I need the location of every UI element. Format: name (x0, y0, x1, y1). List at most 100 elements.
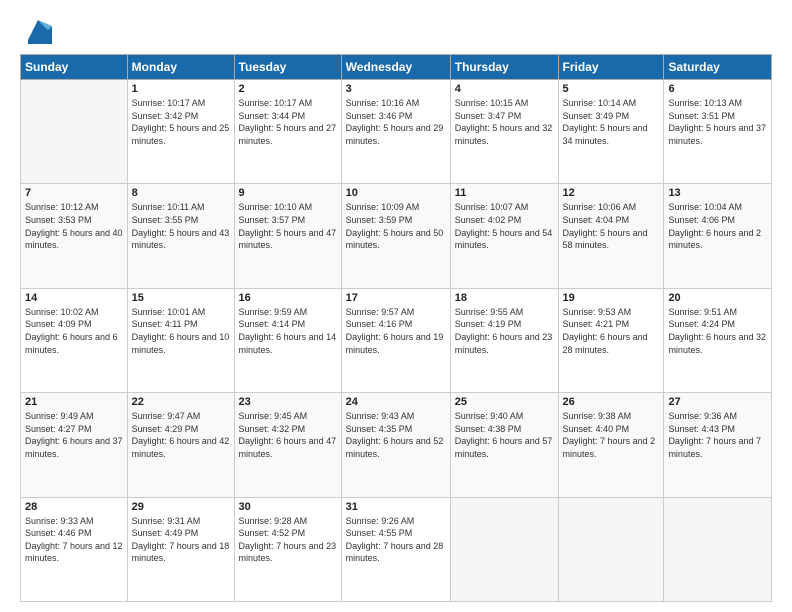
cell-info: Sunrise: 10:02 AMSunset: 4:09 PMDaylight… (25, 306, 123, 356)
cell-info: Sunrise: 9:31 AMSunset: 4:49 PMDaylight:… (132, 515, 230, 565)
day-number: 7 (25, 187, 123, 199)
cell-info: Sunrise: 10:17 AMSunset: 3:42 PMDaylight… (132, 97, 230, 147)
day-number: 6 (668, 83, 767, 95)
day-header-saturday: Saturday (664, 55, 772, 80)
day-header-sunday: Sunday (21, 55, 128, 80)
calendar-cell: 2 Sunrise: 10:17 AMSunset: 3:44 PMDayligh… (234, 80, 341, 184)
day-number: 25 (455, 396, 554, 408)
day-number: 31 (346, 501, 446, 513)
calendar-header-row: SundayMondayTuesdayWednesdayThursdayFrid… (21, 55, 772, 80)
day-number: 2 (239, 83, 337, 95)
cell-info: Sunrise: 9:55 AMSunset: 4:19 PMDaylight:… (455, 306, 554, 356)
calendar-cell: 11 Sunrise: 10:07 AMSunset: 4:02 PMDaylig… (450, 184, 558, 288)
day-number: 12 (563, 187, 660, 199)
calendar-cell: 4Sunrise: 10:15 AMSunset: 3:47 PMDayligh… (450, 80, 558, 184)
calendar-table: SundayMondayTuesdayWednesdayThursdayFrid… (20, 54, 772, 602)
calendar-cell (21, 80, 128, 184)
cell-info: Sunrise: 9:26 AMSunset: 4:55 PMDaylight:… (346, 515, 446, 565)
day-number: 21 (25, 396, 123, 408)
calendar-cell: 20 Sunrise: 9:51 AMSunset: 4:24 PMDayligh… (664, 288, 772, 392)
cell-info: Sunrise: 9:36 AMSunset: 4:43 PMDaylight:… (668, 410, 767, 460)
calendar-cell: 30 Sunrise: 9:28 AMSunset: 4:52 PMDayligh… (234, 497, 341, 601)
day-number: 11 (455, 187, 554, 199)
day-number: 24 (346, 396, 446, 408)
day-number: 20 (668, 292, 767, 304)
day-number: 16 (239, 292, 337, 304)
day-header-monday: Monday (127, 55, 234, 80)
week-row-2: 14 Sunrise: 10:02 AMSunset: 4:09 PMDaylig… (21, 288, 772, 392)
calendar-cell: 29 Sunrise: 9:31 AMSunset: 4:49 PMDayligh… (127, 497, 234, 601)
day-number: 18 (455, 292, 554, 304)
calendar-page: SundayMondayTuesdayWednesdayThursdayFrid… (0, 0, 792, 612)
day-header-tuesday: Tuesday (234, 55, 341, 80)
day-number: 26 (563, 396, 660, 408)
week-row-0: 1Sunrise: 10:17 AMSunset: 3:42 PMDayligh… (21, 80, 772, 184)
cell-info: Sunrise: 10:09 AMSunset: 3:59 PMDaylight… (346, 201, 446, 251)
calendar-cell: 18 Sunrise: 9:55 AMSunset: 4:19 PMDayligh… (450, 288, 558, 392)
cell-info: Sunrise: 9:53 AMSunset: 4:21 PMDaylight:… (563, 306, 660, 356)
calendar-cell: 31 Sunrise: 9:26 AMSunset: 4:55 PMDayligh… (341, 497, 450, 601)
calendar-cell: 3 Sunrise: 10:16 AMSunset: 3:46 PMDayligh… (341, 80, 450, 184)
day-number: 29 (132, 501, 230, 513)
logo (20, 16, 52, 44)
cell-info: Sunrise: 9:43 AMSunset: 4:35 PMDaylight:… (346, 410, 446, 460)
cell-info: Sunrise: 9:33 AMSunset: 4:46 PMDaylight:… (25, 515, 123, 565)
cell-info: Sunrise: 10:11 AMSunset: 3:55 PMDaylight… (132, 201, 230, 251)
calendar-cell: 12 Sunrise: 10:06 AMSunset: 4:04 PMDaylig… (558, 184, 664, 288)
week-row-3: 21 Sunrise: 9:49 AMSunset: 4:27 PMDayligh… (21, 393, 772, 497)
cell-info: Sunrise: 10:04 AMSunset: 4:06 PMDaylight… (668, 201, 767, 251)
day-number: 28 (25, 501, 123, 513)
calendar-cell: 21 Sunrise: 9:49 AMSunset: 4:27 PMDayligh… (21, 393, 128, 497)
day-number: 3 (346, 83, 446, 95)
calendar-cell (558, 497, 664, 601)
calendar-cell: 19 Sunrise: 9:53 AMSunset: 4:21 PMDayligh… (558, 288, 664, 392)
calendar-cell: 17 Sunrise: 9:57 AMSunset: 4:16 PMDayligh… (341, 288, 450, 392)
cell-info: Sunrise: 9:28 AMSunset: 4:52 PMDaylight:… (239, 515, 337, 565)
cell-info: Sunrise: 9:38 AMSunset: 4:40 PMDaylight:… (563, 410, 660, 460)
calendar-cell: 15 Sunrise: 10:01 AMSunset: 4:11 PMDaylig… (127, 288, 234, 392)
cell-info: Sunrise: 9:57 AMSunset: 4:16 PMDaylight:… (346, 306, 446, 356)
cell-info: Sunrise: 10:06 AMSunset: 4:04 PMDaylight… (563, 201, 660, 251)
cell-info: Sunrise: 10:16 AMSunset: 3:46 PMDaylight… (346, 97, 446, 147)
day-number: 10 (346, 187, 446, 199)
day-header-friday: Friday (558, 55, 664, 80)
calendar-cell: 7 Sunrise: 10:12 AMSunset: 3:53 PMDayligh… (21, 184, 128, 288)
day-number: 19 (563, 292, 660, 304)
day-number: 15 (132, 292, 230, 304)
calendar-cell (450, 497, 558, 601)
day-number: 30 (239, 501, 337, 513)
cell-info: Sunrise: 10:01 AMSunset: 4:11 PMDaylight… (132, 306, 230, 356)
header (20, 16, 772, 44)
calendar-cell: 14 Sunrise: 10:02 AMSunset: 4:09 PMDaylig… (21, 288, 128, 392)
calendar-cell: 24 Sunrise: 9:43 AMSunset: 4:35 PMDayligh… (341, 393, 450, 497)
week-row-1: 7 Sunrise: 10:12 AMSunset: 3:53 PMDayligh… (21, 184, 772, 288)
day-number: 14 (25, 292, 123, 304)
cell-info: Sunrise: 9:51 AMSunset: 4:24 PMDaylight:… (668, 306, 767, 356)
day-number: 13 (668, 187, 767, 199)
day-number: 23 (239, 396, 337, 408)
day-number: 27 (668, 396, 767, 408)
cell-info: Sunrise: 9:40 AMSunset: 4:38 PMDaylight:… (455, 410, 554, 460)
day-header-wednesday: Wednesday (341, 55, 450, 80)
calendar-cell: 6 Sunrise: 10:13 AMSunset: 3:51 PMDayligh… (664, 80, 772, 184)
cell-info: Sunrise: 10:07 AMSunset: 4:02 PMDaylight… (455, 201, 554, 251)
calendar-cell: 13 Sunrise: 10:04 AMSunset: 4:06 PMDaylig… (664, 184, 772, 288)
calendar-cell: 16 Sunrise: 9:59 AMSunset: 4:14 PMDayligh… (234, 288, 341, 392)
day-number: 4 (455, 83, 554, 95)
day-number: 17 (346, 292, 446, 304)
calendar-cell: 26 Sunrise: 9:38 AMSunset: 4:40 PMDayligh… (558, 393, 664, 497)
cell-info: Sunrise: 10:12 AMSunset: 3:53 PMDaylight… (25, 201, 123, 251)
day-number: 5 (563, 83, 660, 95)
cell-info: Sunrise: 10:13 AMSunset: 3:51 PMDaylight… (668, 97, 767, 147)
cell-info: Sunrise: 9:49 AMSunset: 4:27 PMDaylight:… (25, 410, 123, 460)
cell-info: Sunrise: 9:45 AMSunset: 4:32 PMDaylight:… (239, 410, 337, 460)
cell-info: Sunrise: 10:10 AMSunset: 3:57 PMDaylight… (239, 201, 337, 251)
cell-info: Sunrise: 9:59 AMSunset: 4:14 PMDaylight:… (239, 306, 337, 356)
week-row-4: 28 Sunrise: 9:33 AMSunset: 4:46 PMDayligh… (21, 497, 772, 601)
calendar-cell: 27 Sunrise: 9:36 AMSunset: 4:43 PMDayligh… (664, 393, 772, 497)
day-number: 22 (132, 396, 230, 408)
calendar-cell: 25 Sunrise: 9:40 AMSunset: 4:38 PMDayligh… (450, 393, 558, 497)
cell-info: Sunrise: 10:17 AMSunset: 3:44 PMDaylight… (239, 97, 337, 147)
calendar-cell: 22Sunrise: 9:47 AMSunset: 4:29 PMDayligh… (127, 393, 234, 497)
calendar-cell: 10 Sunrise: 10:09 AMSunset: 3:59 PMDaylig… (341, 184, 450, 288)
